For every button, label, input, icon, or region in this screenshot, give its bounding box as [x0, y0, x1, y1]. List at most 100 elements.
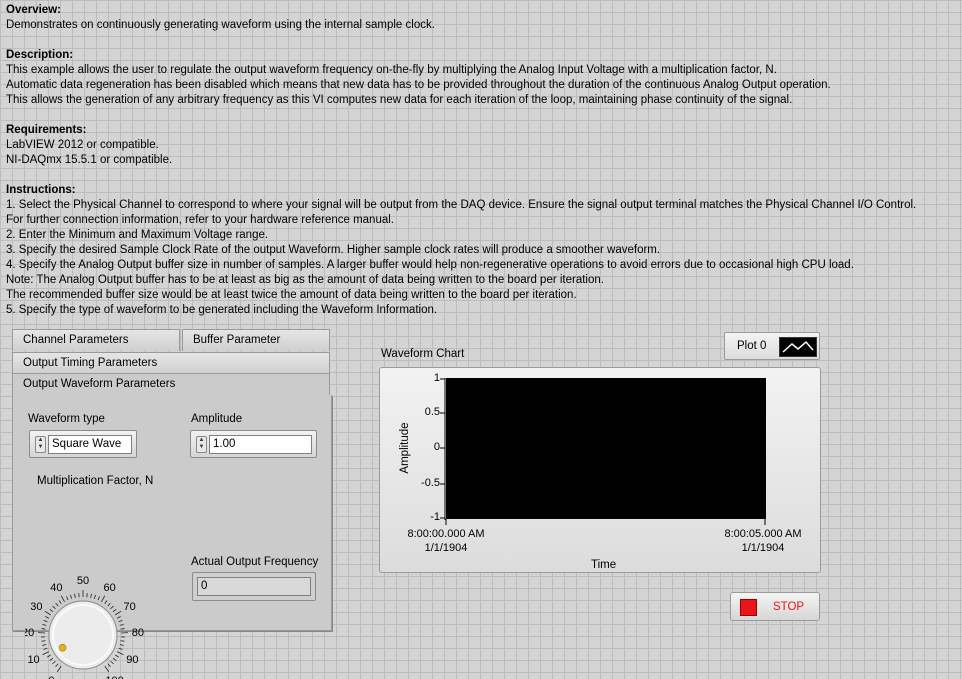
knob-tick	[50, 658, 53, 660]
knob-indicator-dot	[59, 644, 66, 651]
overview-heading: Overview:	[6, 3, 956, 18]
y-axis-ticks	[436, 374, 448, 524]
knob-scale-label: 50	[77, 575, 89, 587]
waveform-type-label: Waveform type	[28, 413, 105, 425]
knob-tick	[115, 611, 121, 615]
knob-tick	[41, 629, 45, 630]
amplitude-label: Amplitude	[191, 413, 242, 425]
y-axis-label: Amplitude	[399, 413, 411, 483]
knob-tick	[105, 601, 107, 604]
knob-tick	[59, 601, 61, 604]
amplitude-input[interactable]: 1.00	[209, 435, 312, 454]
knob-tick	[119, 620, 123, 621]
knob-tick	[45, 611, 51, 615]
plot-line-style-icon[interactable]	[779, 337, 817, 357]
requirements-heading: Requirements:	[6, 123, 956, 138]
knob-scale-label: 40	[50, 582, 62, 594]
knob-tick	[42, 644, 46, 645]
tab-buffer-parameter[interactable]: Buffer Parameter	[182, 329, 330, 351]
knob-tick	[94, 595, 95, 599]
x-tick-end-date: 1/1/1904	[703, 541, 823, 555]
instructions-line: For further connection information, refe…	[6, 213, 956, 228]
waveform-type-ring[interactable]: ▲▼ Square Wave	[29, 430, 137, 458]
instructions-line: 4. Specify the Analog Output buffer size…	[6, 258, 956, 273]
tab-output-waveform-parameters[interactable]: Output Waveform Parameters	[12, 373, 330, 395]
amplitude-spin-icon[interactable]: ▲▼	[196, 436, 207, 453]
knob-tick	[113, 609, 116, 611]
knob-tick	[42, 624, 46, 625]
description-line: This example allows the user to regulate…	[6, 63, 956, 78]
plot-legend-label: Plot 0	[737, 340, 766, 352]
description-line: This allows the generation of any arbitr…	[6, 93, 956, 108]
knob-scale-label: 10	[27, 654, 39, 666]
knob-scale-label: 70	[124, 601, 136, 613]
knob-tick	[120, 624, 124, 625]
x-axis-ticks	[444, 519, 770, 527]
x-tick-end: 8:00:05.000 AM 1/1/1904	[703, 527, 823, 555]
knob-tick	[56, 664, 59, 667]
parameters-tab-control: Channel Parameters Buffer Parameter Outp…	[12, 329, 332, 631]
knob-tick	[44, 620, 48, 621]
knob-tick	[108, 603, 111, 606]
knob-tick	[117, 616, 121, 618]
multiplication-factor-knob[interactable]: 0102030405060708090100	[25, 555, 175, 679]
actual-frequency-label: Actual Output Frequency	[191, 556, 318, 568]
knob-tick	[61, 596, 64, 602]
knob-tick	[121, 629, 125, 630]
knob-tick	[70, 595, 71, 599]
x-tick-start-time: 8:00:00.000 AM	[386, 527, 506, 541]
x-tick-end-time: 8:00:05.000 AM	[703, 527, 823, 541]
instructions-heading: Instructions:	[6, 183, 956, 198]
knob-tick	[115, 655, 118, 657]
x-tick-start: 8:00:00.000 AM 1/1/1904	[386, 527, 506, 555]
knob-tick	[101, 596, 104, 602]
knob-tick	[108, 664, 111, 667]
knob-body[interactable]	[49, 601, 117, 669]
knob-scale-label: 20	[25, 627, 34, 639]
waveform-type-value: Square Wave	[48, 435, 132, 454]
x-axis-label: Time	[591, 559, 616, 571]
knob-tick	[56, 603, 59, 606]
actual-frequency-indicator: 0	[192, 572, 316, 601]
knob-tick	[119, 648, 123, 649]
knob-tick	[117, 652, 123, 655]
instructions-line: The recommended buffer size would be at …	[6, 288, 956, 303]
actual-frequency-value: 0	[197, 577, 311, 596]
knob-tick	[105, 666, 109, 672]
knob-scale-label: 60	[104, 582, 116, 594]
plot-legend[interactable]: Plot 0	[724, 332, 820, 360]
instructions-line: Note: The Analog Output buffer has to be…	[6, 273, 956, 288]
tab-channel-parameters[interactable]: Channel Parameters	[12, 329, 180, 351]
knob-tick	[66, 596, 68, 600]
amplitude-numeric[interactable]: ▲▼ 1.00	[190, 430, 317, 458]
chart-plot-area[interactable]	[446, 378, 766, 519]
stop-button[interactable]: STOP	[730, 592, 820, 621]
instructions-line: 3. Specify the desired Sample Clock Rate…	[6, 243, 956, 258]
stop-icon	[740, 599, 757, 616]
knob-tick	[75, 594, 76, 598]
waveform-parameters-panel: Waveform type ▲▼ Square Wave Amplitude ▲…	[12, 395, 332, 631]
knob-tick	[111, 661, 114, 664]
knob-tick	[91, 594, 92, 598]
y-tick-label: 1	[404, 372, 440, 384]
knob-tick	[111, 606, 114, 609]
knob-tick	[53, 606, 56, 609]
description-text: Overview: Demonstrates on continuously g…	[6, 3, 956, 318]
x-tick-start-date: 1/1/1904	[386, 541, 506, 555]
overview-text: Demonstrates on continuously generating …	[6, 18, 956, 33]
knob-tick	[52, 661, 55, 664]
description-line: Automatic data regeneration has been dis…	[6, 78, 956, 93]
knob-tick	[41, 641, 45, 642]
knob-tick	[57, 666, 61, 672]
plot-line-icon	[780, 338, 816, 356]
y-axis-label-wrap: Amplitude	[398, 414, 414, 484]
instructions-line: 5. Specify the type of waveform to be ge…	[6, 303, 956, 318]
knob-scale-label: 80	[132, 627, 144, 639]
knob-tick	[50, 609, 53, 611]
multiplication-factor-label: Multiplication Factor, N	[37, 475, 153, 487]
y-tick-label: -1	[404, 511, 440, 523]
knob-scale-label: 90	[126, 654, 138, 666]
tab-output-timing-parameters[interactable]: Output Timing Parameters	[12, 352, 330, 374]
waveform-type-spin-icon[interactable]: ▲▼	[35, 436, 46, 453]
knob-scale-label: 30	[30, 601, 42, 613]
